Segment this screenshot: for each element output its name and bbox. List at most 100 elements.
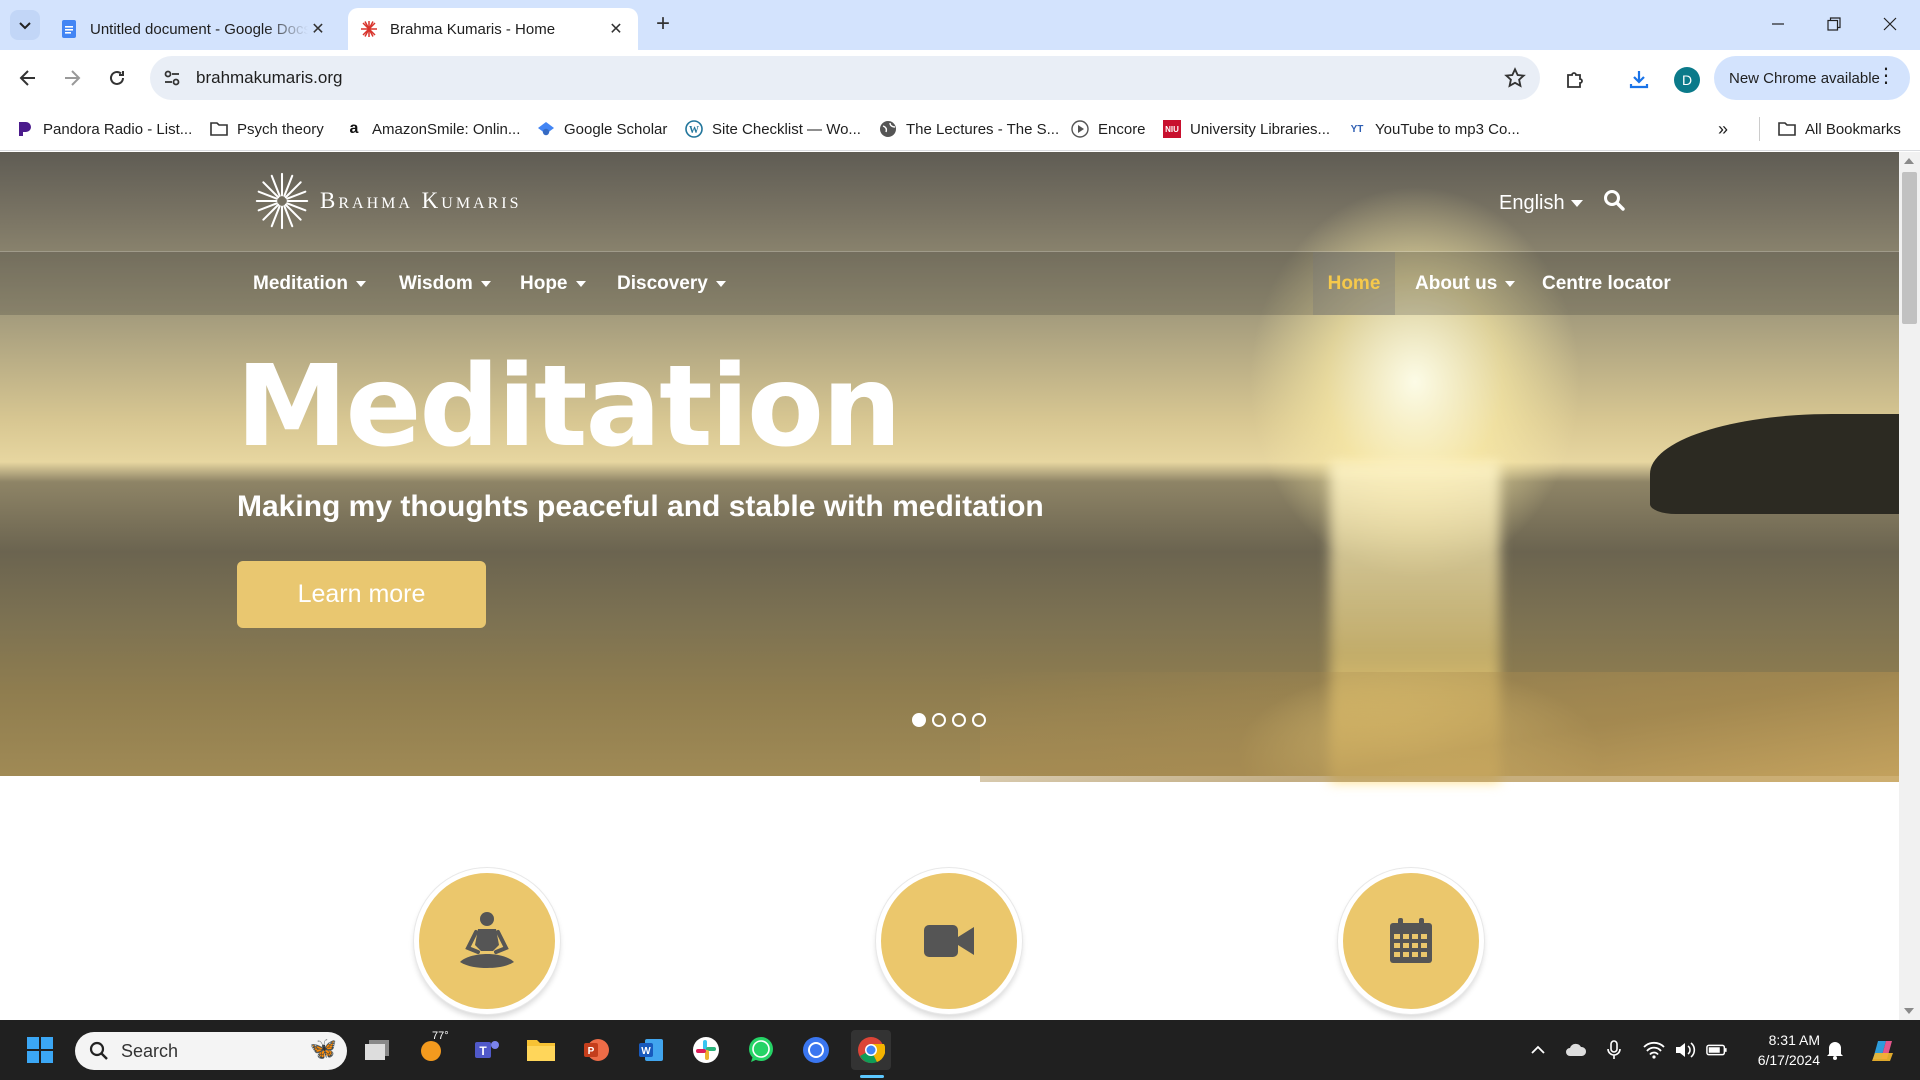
bell-icon: [1827, 1042, 1843, 1060]
start-button[interactable]: [20, 1030, 60, 1070]
bookmark-label: University Libraries...: [1190, 120, 1331, 138]
profile-avatar[interactable]: D: [1674, 67, 1700, 93]
caret-down-icon: [1570, 200, 1583, 207]
brahma-kumaris-favicon: [361, 21, 377, 37]
double-chevron-right-icon: »: [1718, 118, 1729, 139]
browser-toolbar: brahmakumaris.org D New Chrome available…: [0, 50, 1920, 107]
forward-button[interactable]: [56, 62, 88, 94]
bookmark-label: The Lectures - The S...: [906, 120, 1060, 138]
microphone-tray[interactable]: [1603, 1040, 1625, 1060]
word-app[interactable]: W: [631, 1030, 671, 1070]
carousel-dot-2[interactable]: [932, 713, 946, 727]
file-explorer-app[interactable]: [521, 1030, 561, 1070]
nav-home[interactable]: Home: [1313, 252, 1395, 315]
nav-label: Discovery: [617, 272, 708, 294]
extensions-button[interactable]: [1560, 64, 1590, 94]
nav-label: Wisdom: [399, 272, 473, 294]
close-tab-icon[interactable]: ✕: [308, 19, 328, 39]
signal-app[interactable]: [796, 1030, 836, 1070]
scroll-thumb[interactable]: [1902, 172, 1917, 324]
bookmark-encore[interactable]: Encore: [1071, 117, 1146, 141]
scroll-up-icon[interactable]: [1904, 158, 1914, 164]
taskbar-search[interactable]: Search 🦋: [75, 1032, 347, 1070]
carousel-dot-3[interactable]: [952, 713, 966, 727]
bookmark-youtube-mp3[interactable]: YT YouTube to mp3 Co...: [1348, 117, 1520, 141]
feature-events[interactable]: [1338, 868, 1484, 1014]
bookmark-site-checklist[interactable]: W Site Checklist — Wo...: [685, 117, 861, 141]
address-bar[interactable]: brahmakumaris.org: [150, 56, 1540, 100]
nav-hope[interactable]: Hope: [505, 252, 601, 315]
more-menu-icon[interactable]: ⋮: [1876, 66, 1896, 86]
battery-tray[interactable]: [1706, 1040, 1728, 1060]
bookmark-google-scholar[interactable]: Google Scholar: [537, 117, 667, 141]
slack-app[interactable]: [686, 1030, 726, 1070]
nav-meditation[interactable]: Meditation: [238, 252, 381, 315]
page-viewport: Brahma Kumaris English Meditation Wisdom…: [0, 152, 1920, 1020]
reload-button[interactable]: [101, 62, 133, 94]
tab-google-docs[interactable]: Untitled document - Google Docs ✕: [48, 8, 340, 50]
update-label: New Chrome available: [1729, 69, 1880, 87]
word-icon: W: [639, 1039, 663, 1061]
hero-banner: Brahma Kumaris English Meditation Wisdom…: [0, 152, 1910, 782]
globe-icon: [879, 120, 897, 138]
site-settings-icon[interactable]: [162, 68, 182, 88]
site-logo[interactable]: Brahma Kumaris: [254, 170, 522, 232]
beach-shore: [980, 672, 1900, 782]
system-clock[interactable]: 8:31 AM 6/17/2024: [1740, 1030, 1820, 1070]
bookmark-label: Encore: [1098, 120, 1146, 138]
bookmark-psych-theory[interactable]: Psych theory: [210, 117, 324, 141]
powerpoint-app[interactable]: P: [576, 1030, 616, 1070]
tab-brahma-kumaris[interactable]: Brahma Kumaris - Home ✕: [348, 8, 638, 50]
feature-video[interactable]: [876, 868, 1022, 1014]
page-scrollbar[interactable]: [1899, 152, 1920, 1020]
bookmark-university-libraries[interactable]: NIU University Libraries...: [1163, 117, 1330, 141]
feature-meditation[interactable]: [414, 868, 560, 1014]
chevron-up-icon: [1531, 1045, 1545, 1054]
folder-icon: [210, 120, 228, 138]
nav-wisdom[interactable]: Wisdom: [384, 252, 506, 315]
copilot-button[interactable]: [1862, 1030, 1902, 1070]
more-bookmarks-button[interactable]: »: [1718, 117, 1728, 141]
language-label: English: [1499, 192, 1565, 214]
nav-discovery[interactable]: Discovery: [602, 252, 741, 315]
bookmark-amazonsmile[interactable]: a AmazonSmile: Onlin...: [345, 117, 521, 141]
bookmark-pandora[interactable]: Pandora Radio - List...: [16, 117, 192, 141]
wifi-tray[interactable]: [1643, 1040, 1665, 1060]
onedrive-tray[interactable]: [1565, 1040, 1587, 1060]
microphone-icon: [1607, 1040, 1621, 1059]
bookmark-the-lectures[interactable]: The Lectures - The S...: [879, 117, 1059, 141]
niu-icon: NIU: [1163, 120, 1181, 138]
carousel-dot-4[interactable]: [972, 713, 986, 727]
show-hidden-icons[interactable]: [1527, 1040, 1549, 1060]
hero-subtitle: Making my thoughts peaceful and stable w…: [237, 490, 1044, 523]
teams-app[interactable]: T: [467, 1030, 507, 1070]
bookmark-label: Psych theory: [237, 120, 324, 138]
nav-label: Home: [1327, 272, 1381, 294]
close-tab-icon[interactable]: ✕: [606, 19, 626, 39]
learn-more-button[interactable]: Learn more: [237, 561, 486, 628]
close-window-button[interactable]: [1862, 0, 1918, 48]
notifications-tray[interactable]: [1824, 1040, 1846, 1060]
bookmark-star-icon[interactable]: [1504, 67, 1526, 89]
chrome-app[interactable]: [851, 1030, 891, 1070]
language-selector[interactable]: English: [1499, 192, 1583, 215]
search-icon: [1604, 190, 1625, 211]
downloads-button[interactable]: [1624, 64, 1654, 94]
scroll-down-icon[interactable]: [1904, 1008, 1914, 1014]
weather-temperature: 77°: [432, 1030, 449, 1042]
all-bookmarks-button[interactable]: All Bookmarks: [1759, 117, 1901, 141]
nav-about-us[interactable]: About us: [1400, 252, 1530, 315]
new-tab-button[interactable]: +: [650, 12, 676, 38]
new-chrome-available-button[interactable]: New Chrome available ⋮: [1714, 56, 1910, 100]
nav-centre-locator[interactable]: Centre locator: [1527, 252, 1686, 315]
task-view-button[interactable]: [357, 1030, 397, 1070]
carousel-dot-1[interactable]: [912, 713, 926, 727]
site-search-button[interactable]: [1603, 189, 1625, 216]
minimize-button[interactable]: [1750, 0, 1806, 48]
whatsapp-app[interactable]: [741, 1030, 781, 1070]
restore-button[interactable]: [1806, 0, 1862, 48]
back-button[interactable]: [12, 62, 44, 94]
caret-down-icon: [575, 280, 586, 287]
tab-search-button[interactable]: [10, 10, 40, 40]
volume-tray[interactable]: [1674, 1040, 1696, 1060]
